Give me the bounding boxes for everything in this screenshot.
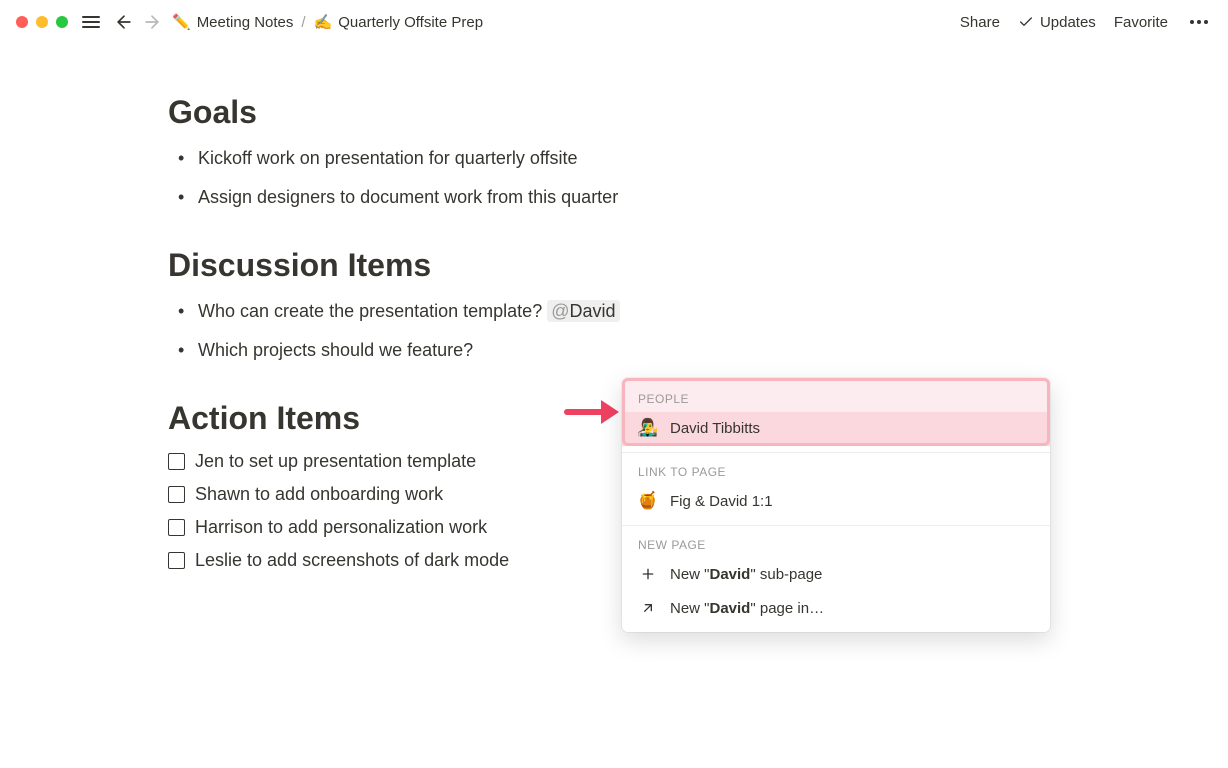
updates-label: Updates: [1040, 14, 1096, 31]
mention-popup: People 👨‍🎤 David Tibbitts Link to page 🍯…: [622, 378, 1050, 632]
favorite-button[interactable]: Favorite: [1114, 14, 1168, 31]
action-item-text: Jen to set up presentation template: [195, 451, 476, 472]
sidebar-toggle-icon[interactable]: [82, 16, 100, 28]
popup-person-item[interactable]: 👨‍🎤 David Tibbitts: [622, 412, 1050, 446]
checkbox[interactable]: [168, 486, 185, 503]
person-avatar-icon: 👨‍🎤: [638, 418, 658, 438]
mention-chip[interactable]: @David: [547, 300, 619, 322]
goals-list: Kickoff work on presentation for quarter…: [168, 145, 760, 211]
topbar: ✏️ Meeting Notes / ✍️ Quarterly Offsite …: [0, 0, 1228, 44]
breadcrumb-parent-label: Meeting Notes: [197, 14, 294, 31]
popup-section-label-newpage: New page: [622, 526, 1050, 558]
breadcrumb-separator: /: [301, 14, 305, 31]
popup-link-page-item[interactable]: 🍯 Fig & David 1:1: [622, 485, 1050, 519]
mention-at-symbol: @: [551, 301, 569, 321]
popup-people-section: People 👨‍🎤 David Tibbitts: [622, 378, 1050, 446]
breadcrumb-current-label: Quarterly Offsite Prep: [338, 14, 483, 31]
checkbox[interactable]: [168, 453, 185, 470]
minimize-window-icon[interactable]: [36, 16, 48, 28]
back-arrow-icon[interactable]: [114, 12, 134, 32]
action-item-text: Shawn to add onboarding work: [195, 484, 443, 505]
more-menu-icon[interactable]: [1186, 16, 1212, 28]
action-item-text: Harrison to add personalization work: [195, 517, 487, 538]
breadcrumb-current-emoji-icon: ✍️: [314, 13, 333, 31]
popup-new-page-in-label: New "David" page in…: [670, 600, 824, 617]
updates-button[interactable]: Updates: [1018, 14, 1096, 31]
heading-goals[interactable]: Goals: [168, 94, 760, 131]
nav-arrows: [114, 12, 162, 32]
arrow-up-right-icon: [638, 598, 658, 618]
close-window-icon[interactable]: [16, 16, 28, 28]
window-controls: [16, 16, 68, 28]
breadcrumb: ✏️ Meeting Notes / ✍️ Quarterly Offsite …: [172, 13, 483, 31]
list-item[interactable]: Assign designers to document work from t…: [168, 184, 760, 211]
check-icon: [1018, 14, 1034, 30]
list-item[interactable]: Which projects should we feature?: [168, 337, 760, 364]
popup-link-page-title: Fig & David 1:1: [670, 493, 773, 510]
popup-section-label-link: Link to page: [622, 453, 1050, 485]
action-item-text: Leslie to add screenshots of dark mode: [195, 550, 509, 571]
popup-new-subpage-item[interactable]: New "David" sub-page: [622, 558, 1050, 592]
top-actions: Share Updates Favorite: [960, 14, 1212, 31]
forward-arrow-icon: [142, 12, 162, 32]
maximize-window-icon[interactable]: [56, 16, 68, 28]
share-button[interactable]: Share: [960, 14, 1000, 31]
list-item[interactable]: Who can create the presentation template…: [168, 298, 760, 325]
checkbox[interactable]: [168, 552, 185, 569]
mention-name: David: [570, 301, 616, 321]
popup-new-subpage-label: New "David" sub-page: [670, 566, 822, 583]
breadcrumb-current[interactable]: ✍️ Quarterly Offsite Prep: [314, 13, 483, 31]
breadcrumb-parent-emoji-icon: ✏️: [172, 13, 191, 31]
checkbox[interactable]: [168, 519, 185, 536]
heading-discussion[interactable]: Discussion Items: [168, 247, 760, 284]
popup-person-name: David Tibbitts: [670, 420, 760, 437]
page-emoji-icon: 🍯: [638, 491, 658, 511]
discussion-list: Who can create the presentation template…: [168, 298, 760, 364]
popup-new-page-in-item[interactable]: New "David" page in…: [622, 592, 1050, 632]
discussion-item-text: Who can create the presentation template…: [198, 301, 547, 321]
plus-icon: [638, 564, 658, 584]
breadcrumb-parent[interactable]: ✏️ Meeting Notes: [172, 13, 293, 31]
list-item[interactable]: Kickoff work on presentation for quarter…: [168, 145, 760, 172]
popup-section-label-people: People: [622, 378, 1050, 412]
